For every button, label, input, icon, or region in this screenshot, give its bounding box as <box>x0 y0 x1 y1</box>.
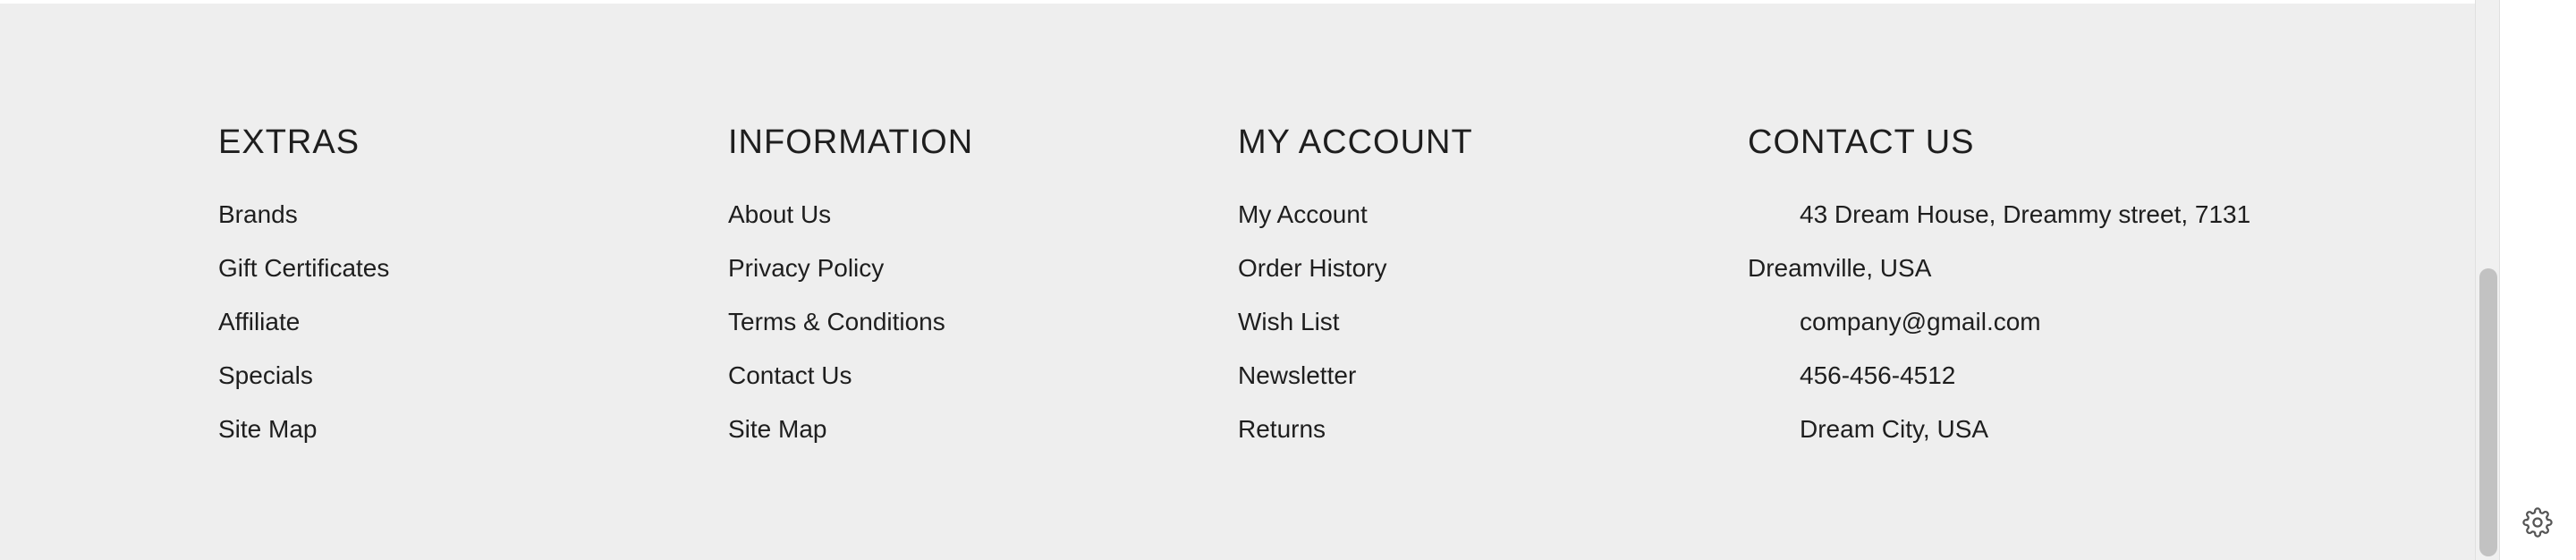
footer-heading-contact-us: CONTACT US <box>1748 123 1975 161</box>
footer-link-my-account[interactable]: My Account <box>1238 188 1473 242</box>
footer-link-privacy-policy[interactable]: Privacy Policy <box>728 242 973 295</box>
footer-column-information: INFORMATION About Us Privacy Policy Term… <box>728 120 973 456</box>
footer-link-specials[interactable]: Specials <box>218 349 389 403</box>
footer-link-wish-list[interactable]: Wish List <box>1238 295 1473 349</box>
footer-link-newsletter[interactable]: Newsletter <box>1238 349 1473 403</box>
contact-phone: 456-456-4512 <box>1800 361 1956 389</box>
footer-link-affiliate[interactable]: Affiliate <box>218 295 389 349</box>
footer-column-extras: EXTRAS Brands Gift Certificates Affiliat… <box>218 120 389 456</box>
footer-column-my-account: MY ACCOUNT My Account Order History Wish… <box>1238 120 1473 456</box>
footer-heading-extras: EXTRAS <box>218 123 360 161</box>
footer-heading-information: INFORMATION <box>728 123 974 161</box>
footer-link-contact-us[interactable]: Contact Us <box>728 349 973 403</box>
footer-links-information: About Us Privacy Policy Terms & Conditio… <box>728 188 973 456</box>
footer-link-brands[interactable]: Brands <box>218 188 389 242</box>
gear-icon[interactable] <box>2522 507 2553 538</box>
footer-link-returns[interactable]: Returns <box>1238 403 1473 456</box>
footer-link-site-map-info[interactable]: Site Map <box>728 403 973 456</box>
footer-link-about-us[interactable]: About Us <box>728 188 973 242</box>
side-panel <box>2500 0 2576 560</box>
contact-address-line2: Dreamville, USA <box>1748 254 1932 282</box>
site-footer: EXTRAS Brands Gift Certificates Affiliat… <box>0 4 2475 560</box>
footer-link-site-map[interactable]: Site Map <box>218 403 389 456</box>
contact-address-line1: 43 Dream House, Dreammy street, 7131 <box>1800 200 2251 228</box>
contact-city: Dream City, USA <box>1800 415 1989 443</box>
footer-links-my-account: My Account Order History Wish List Newsl… <box>1238 188 1473 456</box>
footer-heading-my-account: MY ACCOUNT <box>1238 123 1473 161</box>
footer-link-terms-conditions[interactable]: Terms & Conditions <box>728 295 973 349</box>
footer-link-order-history[interactable]: Order History <box>1238 242 1473 295</box>
footer-contact-list: 43 Dream House, Dreammy street, 7131 Dre… <box>1748 188 2250 456</box>
footer-links-extras: Brands Gift Certificates Affiliate Speci… <box>218 188 389 456</box>
contact-email-link[interactable]: company@gmail.com <box>1748 295 2250 349</box>
page-scrollbar-thumb[interactable] <box>2479 268 2497 556</box>
footer-column-contact-us: CONTACT US 43 Dream House, Dreammy stree… <box>1748 120 2250 456</box>
footer-link-gift-certificates[interactable]: Gift Certificates <box>218 242 389 295</box>
